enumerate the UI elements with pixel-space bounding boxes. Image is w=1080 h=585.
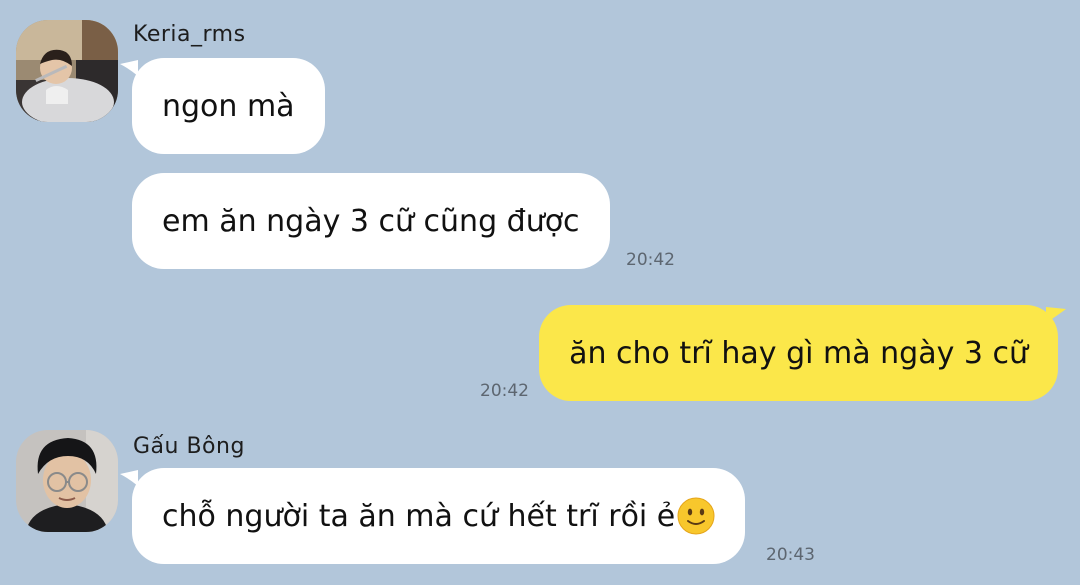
message-timestamp: 20:42 (480, 381, 529, 401)
message-timestamp: 20:43 (766, 545, 815, 565)
message-text: ngon mà (162, 88, 295, 124)
message-bubble[interactable]: chỗ người ta ăn mà cứ hết trĩ rồi ẻ (132, 468, 746, 564)
message-bubble[interactable]: em ăn ngày 3 cữ cũng được (132, 173, 610, 269)
sender-name: Gấu Bông (133, 434, 245, 459)
message-text: ăn cho trĩ hay gì mà ngày 3 cữ (569, 335, 1028, 371)
message-timestamp: 20:42 (626, 250, 675, 270)
message-text: em ăn ngày 3 cữ cũng được (162, 203, 580, 239)
avatar-keria[interactable] (16, 20, 118, 122)
slightly-smiling-face-emoji (677, 497, 715, 535)
bubble-tail (1046, 307, 1066, 323)
message-bubble[interactable]: ngon mà (132, 58, 325, 154)
message-bubble-outgoing[interactable]: ăn cho trĩ hay gì mà ngày 3 cữ (539, 305, 1058, 401)
message-text: chỗ người ta ăn mà cứ hết trĩ rồi ẻ (162, 498, 676, 534)
avatar-gau-bong[interactable] (16, 430, 118, 532)
sender-name: Keria_rms (133, 22, 246, 47)
